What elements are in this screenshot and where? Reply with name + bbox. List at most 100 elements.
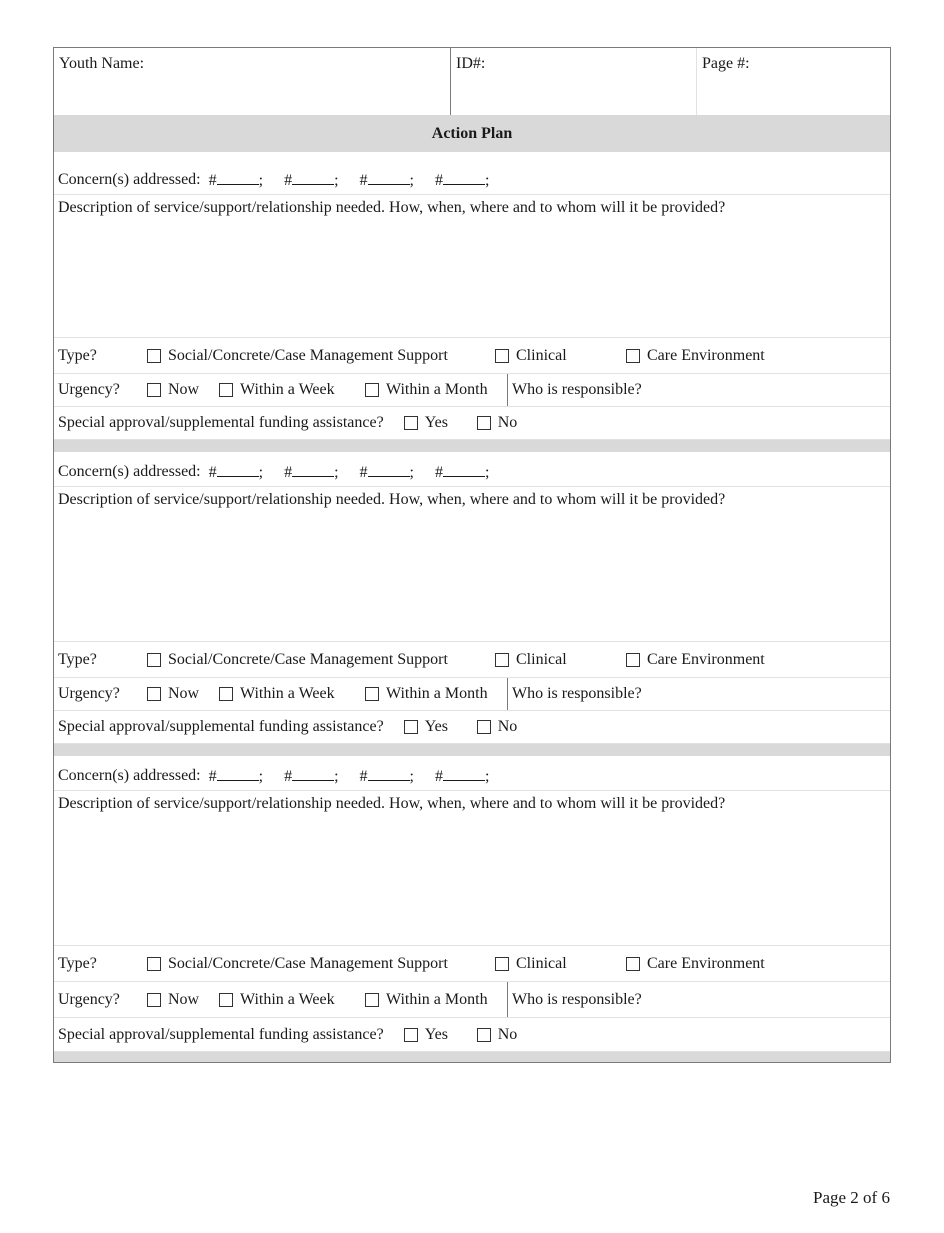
concern-number-field[interactable]: #; — [435, 462, 489, 482]
type-option-care-environment[interactable]: Care Environment — [626, 347, 765, 365]
checkbox-icon[interactable] — [147, 348, 161, 363]
checkbox-icon[interactable] — [495, 652, 509, 667]
type-option-clinical[interactable]: Clinical — [495, 347, 626, 365]
concern-number-field[interactable]: #; — [360, 462, 414, 482]
funding-option-yes[interactable]: Yes — [403, 718, 477, 736]
action-plan-form: Youth Name: ID#: Page #: Action Plan Con… — [53, 47, 891, 1063]
checkbox-icon[interactable] — [219, 687, 233, 701]
checkbox-icon[interactable] — [476, 720, 491, 734]
checkbox-icon[interactable] — [626, 956, 640, 971]
type-option-care-environment[interactable]: Care Environment — [626, 651, 765, 669]
funding-option-no[interactable]: No — [476, 718, 517, 736]
concern-blank[interactable] — [367, 462, 410, 477]
checkbox-icon[interactable] — [219, 992, 233, 1007]
checkbox-icon[interactable] — [365, 992, 379, 1007]
concerns-row: Concern(s) addressed: #; #; #; #; — [54, 756, 890, 791]
concern-blank[interactable] — [216, 170, 259, 185]
description-field[interactable]: Description of service/support/relations… — [54, 487, 890, 642]
checkbox-icon[interactable] — [495, 956, 509, 971]
concern-blank[interactable] — [292, 766, 335, 781]
concern-blank[interactable] — [292, 170, 335, 185]
concern-blank[interactable] — [216, 766, 259, 781]
urgency-option-week[interactable]: Within a Week — [219, 381, 365, 399]
funding-option-yes[interactable]: Yes — [403, 414, 477, 432]
checkbox-icon[interactable] — [403, 1027, 418, 1042]
concerns-row: Concern(s) addressed: #; #; #; #; — [54, 160, 890, 195]
funding-row: Special approval/supplemental funding as… — [54, 407, 890, 440]
checkbox-icon[interactable] — [403, 720, 418, 734]
responsible-field[interactable]: Who is responsible? — [508, 991, 642, 1009]
concern-blank[interactable] — [216, 462, 259, 477]
concern-blank[interactable] — [442, 170, 485, 185]
urgency-option-month[interactable]: Within a Month — [365, 381, 488, 399]
urgency-label: Urgency? — [58, 990, 120, 1008]
checkbox-icon[interactable] — [626, 348, 640, 363]
checkbox-icon[interactable] — [365, 383, 379, 397]
concern-number-field[interactable]: #; — [284, 170, 338, 190]
concern-blank[interactable] — [367, 766, 410, 781]
youth-name-field[interactable]: Youth Name: — [54, 48, 451, 115]
funding-option-yes[interactable]: Yes — [403, 1026, 477, 1044]
concern-blank[interactable] — [442, 462, 485, 477]
description-field[interactable]: Description of service/support/relations… — [54, 195, 890, 338]
checkbox-icon[interactable] — [476, 1027, 491, 1042]
funding-label: Special approval/supplemental funding as… — [58, 414, 384, 431]
checkbox-icon[interactable] — [365, 687, 379, 701]
concern-number-field[interactable]: #; — [360, 170, 414, 190]
type-option-social[interactable]: Social/Concrete/Case Management Support — [147, 347, 495, 365]
page-number-field[interactable]: Page #: — [697, 48, 890, 115]
concern-number-field[interactable]: #; — [435, 170, 489, 190]
funding-option-no[interactable]: No — [476, 1026, 517, 1044]
type-label: Type? — [58, 954, 97, 972]
concern-number-field[interactable]: #; — [209, 462, 263, 482]
checkbox-icon[interactable] — [626, 652, 640, 667]
urgency-row: Urgency? Now Within a Week Within a Month Wh… — [54, 678, 890, 711]
urgency-option-week[interactable]: Within a Week — [219, 991, 365, 1009]
description-field[interactable]: Description of service/support/relations… — [54, 791, 890, 946]
type-label: Type? — [58, 346, 97, 364]
urgency-option-week[interactable]: Within a Week — [219, 685, 365, 703]
concern-number-field[interactable]: #; — [209, 170, 263, 190]
urgency-option-now[interactable]: Now — [147, 991, 219, 1009]
concern-number-field[interactable]: #; — [360, 766, 414, 786]
section-title: Action Plan — [54, 116, 890, 152]
responsible-label: Who is responsible? — [512, 381, 642, 398]
type-option-care-environment[interactable]: Care Environment — [626, 955, 765, 973]
checkbox-icon[interactable] — [147, 652, 161, 667]
type-option-social[interactable]: Social/Concrete/Case Management Support — [147, 955, 495, 973]
checkbox-icon[interactable] — [147, 687, 161, 701]
checkbox-icon[interactable] — [147, 992, 161, 1007]
description-label: Description of service/support/relations… — [58, 199, 726, 216]
checkbox-icon[interactable] — [403, 416, 418, 430]
concern-number-field[interactable]: #; — [284, 462, 338, 482]
concern-number-field[interactable]: #; — [435, 766, 489, 786]
urgency-option-now[interactable]: Now — [147, 381, 219, 399]
concerns-label: Concern(s) addressed: — [58, 171, 201, 188]
concern-blank[interactable] — [292, 462, 335, 477]
urgency-group: Urgency? Now Within a Week Within a Month — [54, 982, 508, 1017]
page-number-label: Page #: — [702, 55, 750, 72]
checkbox-icon[interactable] — [147, 956, 161, 971]
urgency-group: Urgency? Now Within a Week Within a Month — [54, 374, 508, 406]
urgency-option-now[interactable]: Now — [147, 685, 219, 703]
concern-blank[interactable] — [442, 766, 485, 781]
responsible-field[interactable]: Who is responsible? — [508, 685, 642, 703]
urgency-option-month[interactable]: Within a Month — [365, 685, 488, 703]
type-option-social[interactable]: Social/Concrete/Case Management Support — [147, 651, 495, 669]
section-divider — [54, 440, 890, 452]
checkbox-icon[interactable] — [219, 383, 233, 397]
action-sections: Concern(s) addressed: #; #; #; #; Descriptio… — [54, 160, 890, 1062]
type-option-clinical[interactable]: Clinical — [495, 955, 626, 973]
type-option-clinical[interactable]: Clinical — [495, 651, 626, 669]
concern-number-field[interactable]: #; — [284, 766, 338, 786]
checkbox-icon[interactable] — [476, 416, 491, 430]
checkbox-icon[interactable] — [495, 348, 509, 363]
id-field[interactable]: ID#: — [451, 48, 697, 115]
urgency-option-month[interactable]: Within a Month — [365, 991, 488, 1009]
concern-blank[interactable] — [367, 170, 410, 185]
responsible-field[interactable]: Who is responsible? — [508, 381, 642, 399]
funding-option-no[interactable]: No — [476, 414, 517, 432]
checkbox-icon[interactable] — [147, 383, 161, 397]
urgency-row: Urgency? Now Within a Week Within a Month Wh… — [54, 374, 890, 407]
concern-number-field[interactable]: #; — [209, 766, 263, 786]
